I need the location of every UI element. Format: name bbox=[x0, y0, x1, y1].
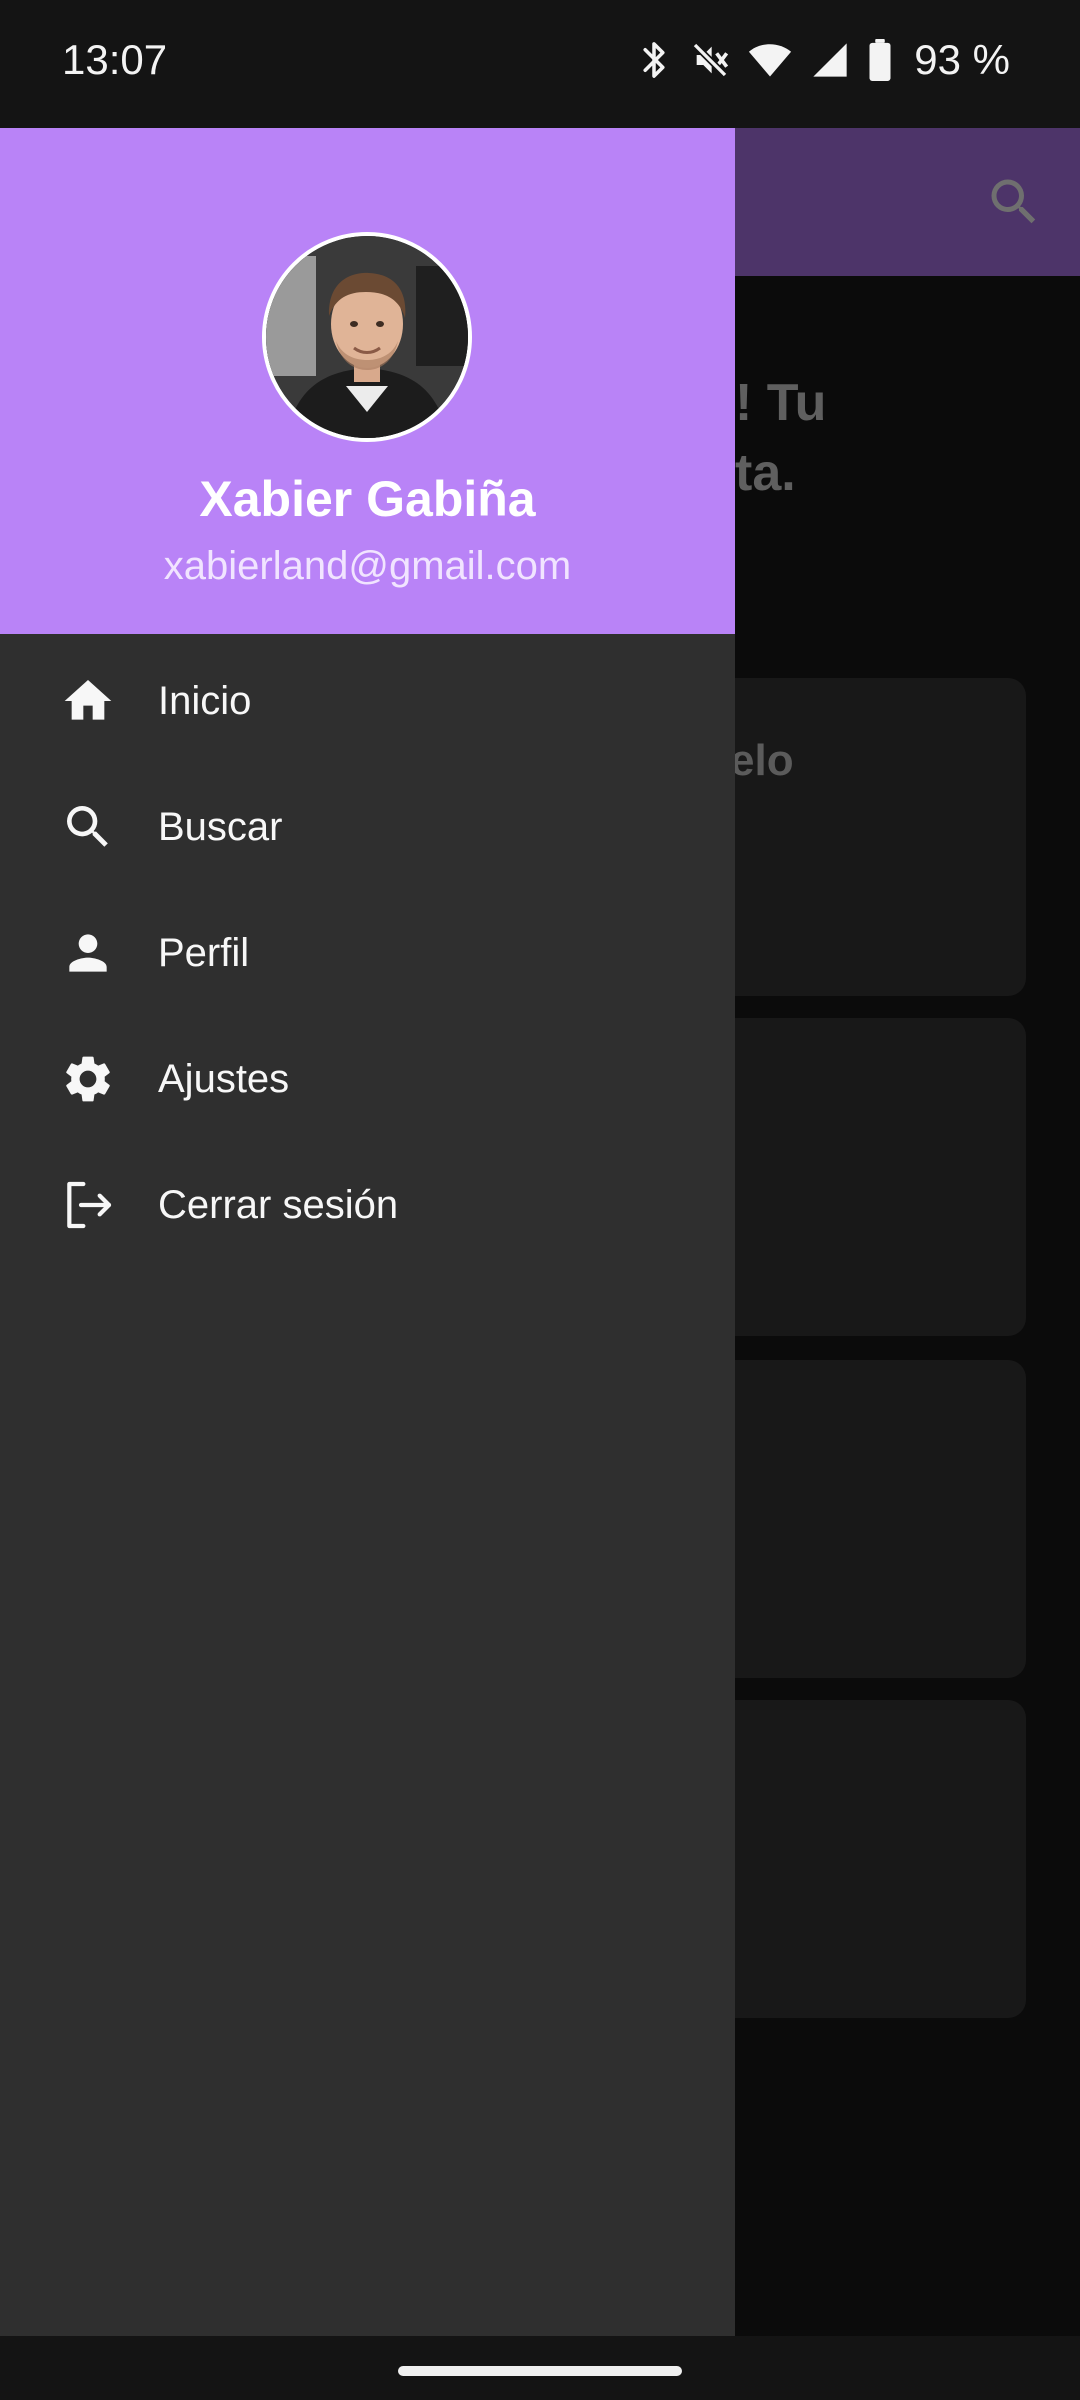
menu-item-cerrar-sesion[interactable]: Cerrar sesión bbox=[0, 1142, 735, 1268]
navigation-drawer: Xabier Gabiña xabierland@gmail.com Inici… bbox=[0, 128, 735, 2336]
drawer-header: Xabier Gabiña xabierland@gmail.com bbox=[0, 128, 735, 634]
bluetooth-icon bbox=[636, 38, 672, 82]
status-icons: 93 % bbox=[636, 36, 1010, 84]
menu-item-label: Cerrar sesión bbox=[158, 1182, 399, 1227]
gesture-nav-bar bbox=[0, 2336, 1080, 2400]
person-icon bbox=[60, 925, 116, 981]
search-icon bbox=[60, 799, 116, 855]
menu-item-ajustes[interactable]: Ajustes bbox=[0, 1016, 735, 1142]
menu-item-perfil[interactable]: Perfil bbox=[0, 890, 735, 1016]
menu-item-buscar[interactable]: Buscar bbox=[0, 764, 735, 890]
gear-icon bbox=[60, 1051, 116, 1107]
greeting-text: ! Tu ta. bbox=[735, 374, 827, 502]
menu-item-label: Inicio bbox=[158, 678, 252, 723]
search-icon bbox=[984, 172, 1044, 232]
avatar bbox=[262, 232, 472, 442]
battery-level: 93 % bbox=[914, 36, 1010, 83]
user-email: xabierland@gmail.com bbox=[163, 544, 572, 588]
mute-icon bbox=[690, 40, 730, 80]
user-name: Xabier Gabiña bbox=[199, 471, 536, 527]
wifi-icon bbox=[748, 40, 792, 80]
logout-icon bbox=[60, 1177, 116, 1233]
home-indicator[interactable] bbox=[398, 2366, 682, 2376]
status-time: 13:07 bbox=[62, 36, 168, 83]
home-icon bbox=[60, 673, 116, 729]
menu-item-label: Buscar bbox=[158, 804, 283, 849]
menu-item-label: Perfil bbox=[158, 930, 250, 975]
battery-icon bbox=[868, 39, 892, 81]
menu-item-inicio[interactable]: Inicio bbox=[0, 638, 735, 764]
signal-icon bbox=[810, 40, 850, 80]
status-bar: 13:07 93 % bbox=[0, 0, 1080, 128]
card-title: elo bbox=[730, 736, 794, 785]
screen: 13:07 93 % ! Tu ta. elo Xabier Gabiña xa… bbox=[0, 0, 1080, 2400]
menu-item-label: Ajustes bbox=[158, 1056, 290, 1101]
